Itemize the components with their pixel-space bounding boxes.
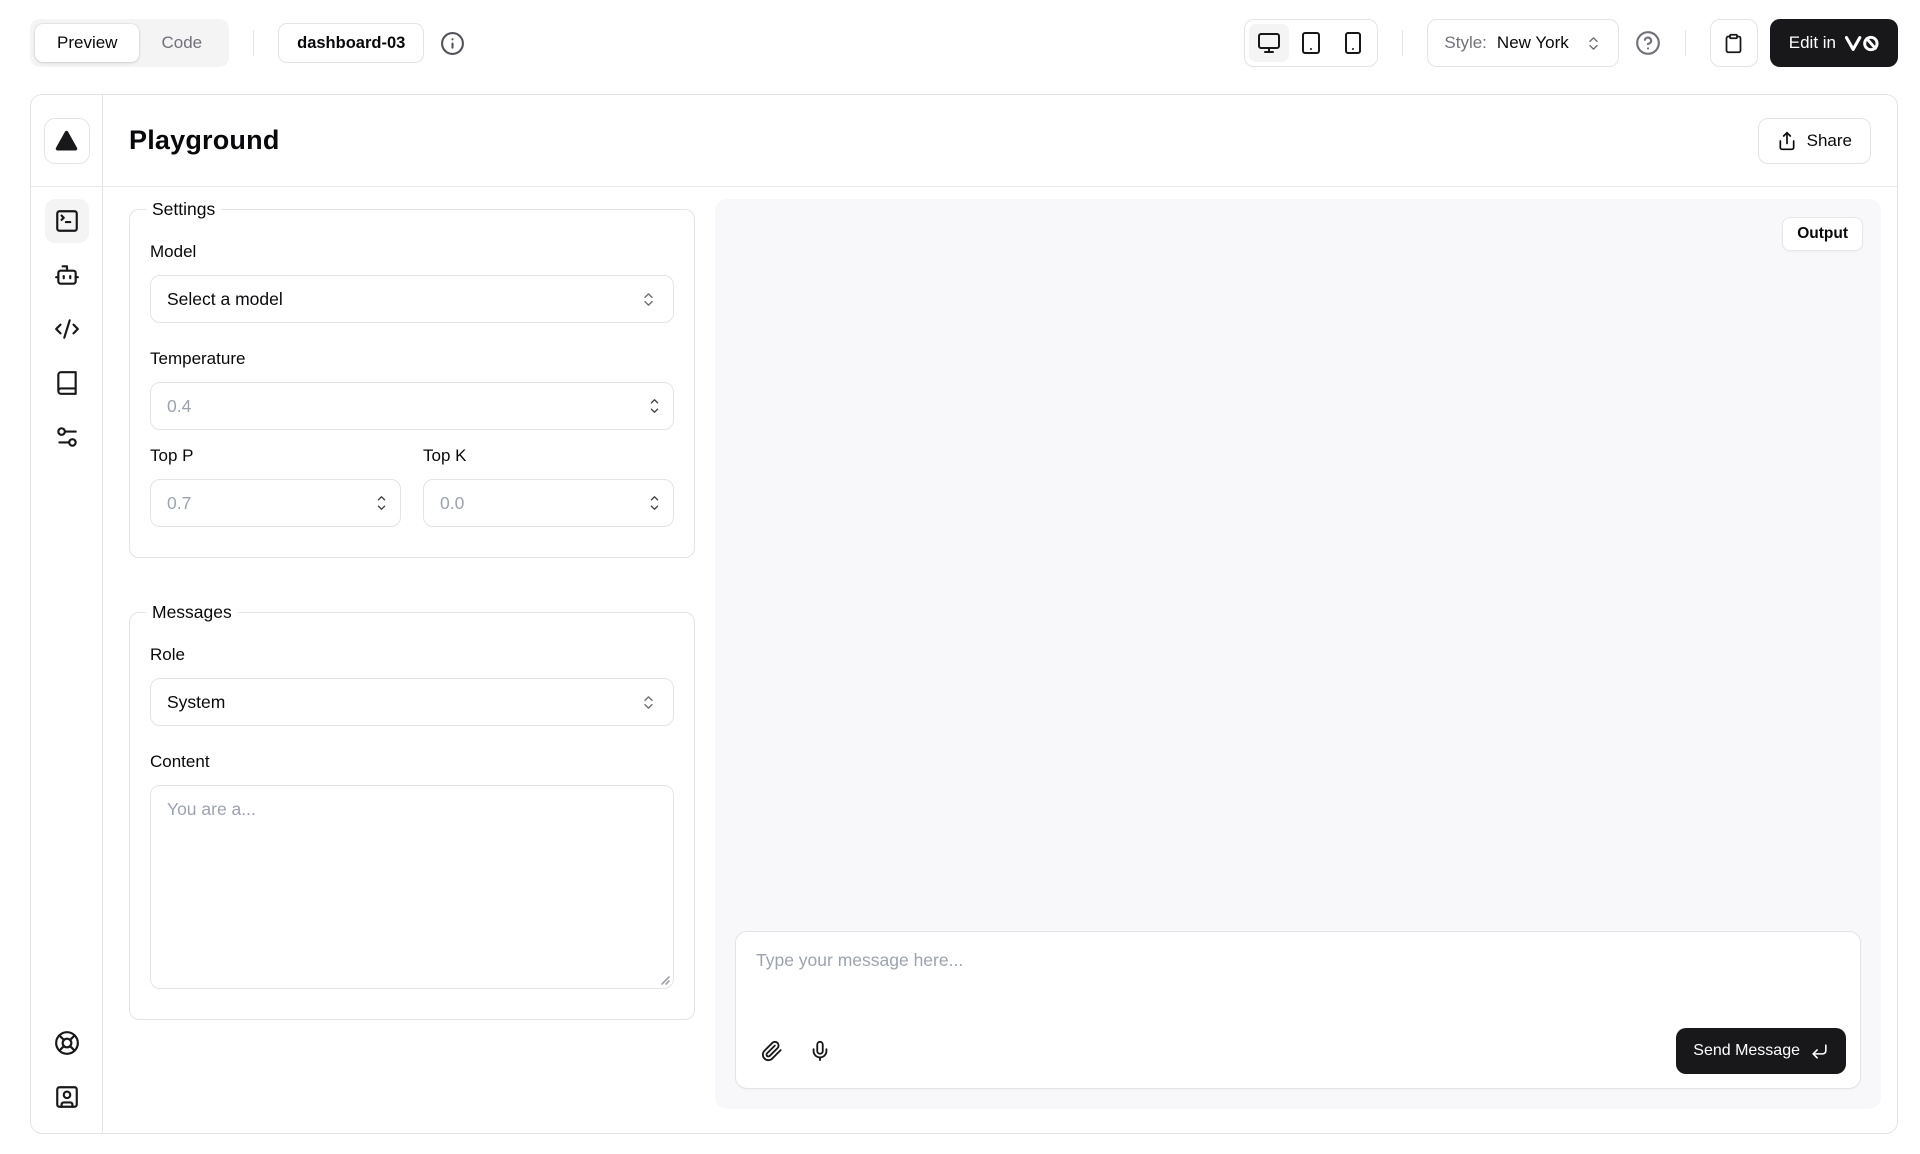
- chevrons-up-down-icon: [1585, 35, 1602, 52]
- messages-fieldset: Messages Role System Content: [129, 602, 695, 1020]
- share-button[interactable]: Share: [1758, 118, 1871, 164]
- style-select-label: Style:: [1444, 33, 1487, 53]
- edit-in-v0-button[interactable]: Edit in: [1770, 19, 1898, 67]
- tab-code[interactable]: Code: [139, 24, 224, 62]
- help-circle-icon[interactable]: [1635, 30, 1661, 56]
- edit-in-v0-label: Edit in: [1789, 33, 1836, 53]
- top-k-input[interactable]: [423, 479, 674, 527]
- logo-button[interactable]: [44, 118, 90, 164]
- chevrons-up-down-icon: [640, 694, 657, 711]
- content-label: Content: [150, 752, 674, 772]
- send-message-button[interactable]: Send Message: [1676, 1028, 1846, 1074]
- sidebar-nav: [45, 187, 89, 471]
- device-desktop-button[interactable]: [1249, 24, 1289, 62]
- sidebar-item-settings[interactable]: [45, 415, 89, 459]
- tab-preview[interactable]: Preview: [35, 24, 139, 62]
- top-toolbar: Preview Code dashboard-03 Style: New: [0, 0, 1920, 86]
- device-toggle-group: [1244, 19, 1378, 67]
- square-user-icon: [54, 1084, 80, 1110]
- messages-legend: Messages: [146, 602, 238, 623]
- page-title: Playground: [129, 125, 280, 156]
- sidebar-item-models[interactable]: [45, 253, 89, 297]
- sidebar-item-help[interactable]: [45, 1021, 89, 1065]
- settings-fieldset: Settings Model Select a model Temperatur…: [129, 199, 695, 558]
- device-mobile-button[interactable]: [1333, 24, 1373, 62]
- style-select-value: New York: [1497, 33, 1569, 53]
- settings2-icon: [54, 424, 80, 450]
- copy-code-button[interactable]: [1710, 19, 1758, 67]
- mic-icon: [809, 1040, 831, 1062]
- chevrons-up-down-icon: [640, 291, 657, 308]
- sidebar-item-documentation[interactable]: [45, 361, 89, 405]
- temperature-input[interactable]: [150, 382, 674, 430]
- info-icon[interactable]: [440, 31, 465, 56]
- send-message-label: Send Message: [1693, 1042, 1800, 1060]
- message-composer: Send Message: [735, 931, 1861, 1089]
- settings-form: Settings Model Select a model Temperatur…: [129, 199, 695, 1109]
- role-label: Role: [150, 645, 674, 665]
- top-p-label: Top P: [150, 446, 401, 466]
- model-label: Model: [150, 242, 674, 262]
- role-select[interactable]: System: [150, 678, 674, 726]
- number-stepper-icon[interactable]: [647, 398, 662, 415]
- clipboard-icon: [1723, 33, 1744, 54]
- model-select-value: Select a model: [167, 289, 283, 310]
- number-stepper-icon[interactable]: [374, 495, 389, 512]
- model-select[interactable]: Select a model: [150, 275, 674, 323]
- top-p-input[interactable]: [150, 479, 401, 527]
- block-name-badge: dashboard-03: [278, 23, 424, 63]
- sidebar-item-api[interactable]: [45, 307, 89, 351]
- sidebar: [31, 95, 103, 1133]
- sidebar-item-playground[interactable]: [45, 199, 89, 243]
- page-header: Playground Share: [103, 95, 1897, 187]
- temperature-label: Temperature: [150, 349, 674, 369]
- tablet-icon: [1299, 31, 1323, 55]
- main-area: Playground Share Settings Model Select a…: [103, 95, 1897, 1133]
- square-terminal-icon: [54, 208, 80, 234]
- content-grid: Settings Model Select a model Temperatur…: [103, 187, 1897, 1133]
- bot-icon: [54, 262, 80, 288]
- life-buoy-icon: [54, 1030, 80, 1056]
- share-icon: [1777, 131, 1797, 151]
- content-textarea[interactable]: [150, 785, 674, 989]
- sidebar-item-account[interactable]: [45, 1075, 89, 1119]
- toolbar-separator: [253, 30, 254, 56]
- attach-file-button[interactable]: [752, 1031, 792, 1071]
- device-tablet-button[interactable]: [1291, 24, 1331, 62]
- monitor-icon: [1257, 31, 1281, 55]
- settings-legend: Settings: [146, 199, 221, 220]
- v0-logo-icon: [1845, 35, 1879, 52]
- role-select-value: System: [167, 692, 225, 713]
- smartphone-icon: [1341, 31, 1365, 55]
- preview-frame: Playground Share Settings Model Select a…: [30, 94, 1898, 1134]
- top-k-label: Top K: [423, 446, 674, 466]
- book-icon: [54, 370, 80, 396]
- style-select[interactable]: Style: New York: [1427, 19, 1618, 67]
- corner-down-left-icon: [1810, 1042, 1829, 1061]
- toolbar-separator: [1685, 30, 1686, 56]
- toolbar-separator: [1402, 30, 1403, 56]
- triangle-logo-icon: [54, 130, 79, 152]
- sidebar-header: [31, 95, 102, 187]
- paperclip-icon: [761, 1040, 783, 1062]
- output-panel: Output: [715, 199, 1881, 1109]
- sidebar-bottom-nav: [45, 1009, 89, 1133]
- composer-actions: Send Message: [750, 1028, 1846, 1074]
- number-stepper-icon[interactable]: [647, 495, 662, 512]
- use-microphone-button[interactable]: [800, 1031, 840, 1071]
- share-button-label: Share: [1807, 131, 1852, 151]
- view-mode-tabs: Preview Code: [30, 19, 229, 67]
- message-input[interactable]: [750, 940, 1846, 1028]
- output-badge: Output: [1782, 217, 1863, 251]
- code-icon: [54, 316, 80, 342]
